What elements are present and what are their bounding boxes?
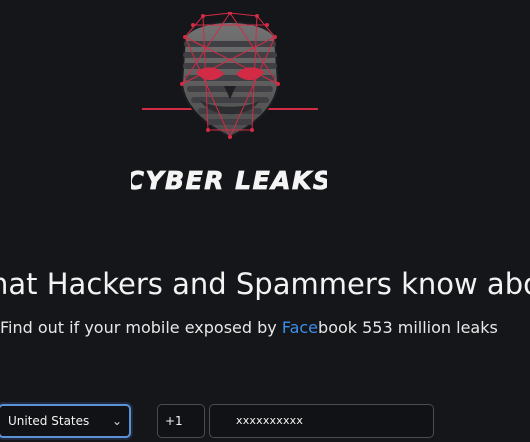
page-subheading: Find out if your mobile exposed by Faceb… bbox=[0, 317, 498, 339]
chevron-down-icon: ⌄ bbox=[111, 414, 122, 428]
brand-logo-text: CYBER LEAKS bbox=[125, 158, 331, 202]
country-select[interactable]: United States ⌄ bbox=[0, 404, 131, 438]
page-headline: hat Hackers and Spammers know about bbox=[0, 267, 530, 301]
country-code-value: +1 bbox=[165, 414, 183, 428]
phone-number-value: xxxxxxxxxx bbox=[236, 414, 304, 427]
country-code-field[interactable]: +1 bbox=[157, 404, 205, 438]
cyber-leaks-page: CYBER LEAKS hat Hackers and Spammers kno… bbox=[0, 0, 530, 442]
subheading-prefix: Find out if your mobile exposed by bbox=[0, 318, 282, 337]
country-select-value: United States bbox=[8, 414, 90, 428]
facebook-highlight: Face bbox=[281, 318, 319, 337]
hacker-mask-icon bbox=[142, 11, 318, 144]
subheading-suffix: book 553 million leaks bbox=[318, 318, 498, 337]
phone-number-input[interactable]: xxxxxxxxxx bbox=[209, 404, 434, 438]
brand-name: CYBER LEAKS bbox=[131, 166, 327, 195]
